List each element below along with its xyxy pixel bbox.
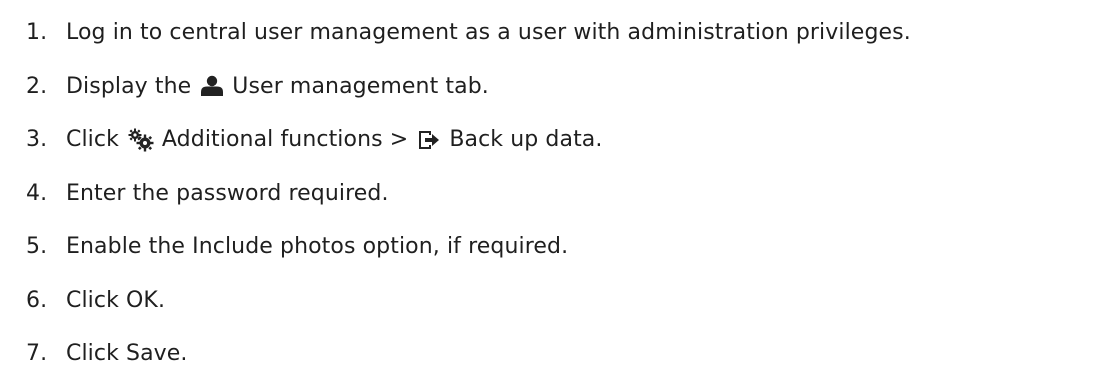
export-icon	[417, 129, 441, 151]
step-text: Enable the Include photos option, if req…	[66, 234, 569, 260]
instruction-steps: 1. Log in to central user management as …	[26, 6, 911, 381]
step-2: 2. Display the User management tab.	[26, 60, 911, 114]
step-number: 7.	[26, 341, 48, 367]
step-text: Enter the password required.	[66, 180, 389, 206]
step-1: 1. Log in to central user management as …	[26, 6, 911, 60]
step-text-after: User management tab.	[232, 73, 489, 99]
step-number: 4.	[26, 180, 48, 206]
gears-icon	[128, 128, 154, 152]
step-text: Display the User management tab.	[66, 74, 489, 99]
step-text: Click Save.	[66, 341, 188, 367]
step-6: 6. Click OK.	[26, 274, 911, 328]
step-text: Log in to central user management as a u…	[66, 20, 911, 46]
step-number: 3.	[26, 127, 48, 153]
step-number: 5.	[26, 234, 48, 260]
step-text: Click OK.	[66, 287, 166, 313]
step-4: 4. Enter the password required.	[26, 167, 911, 221]
step-5: 5. Enable the Include photos option, if …	[26, 220, 911, 274]
step-text: Click Additional functions > Back up dat…	[66, 127, 602, 152]
user-icon	[200, 75, 224, 97]
step-text-after: Back up data.	[449, 127, 603, 153]
step-3: 3. Click Additional functions > Back up …	[26, 113, 911, 167]
step-text-middle: Additional functions >	[161, 127, 409, 153]
step-number: 1.	[26, 20, 48, 46]
step-number: 6.	[26, 287, 48, 313]
step-number: 2.	[26, 73, 48, 99]
step-text-before: Click	[66, 127, 119, 153]
step-7: 7. Click Save.	[26, 327, 911, 381]
step-text-before: Display the	[66, 73, 192, 99]
